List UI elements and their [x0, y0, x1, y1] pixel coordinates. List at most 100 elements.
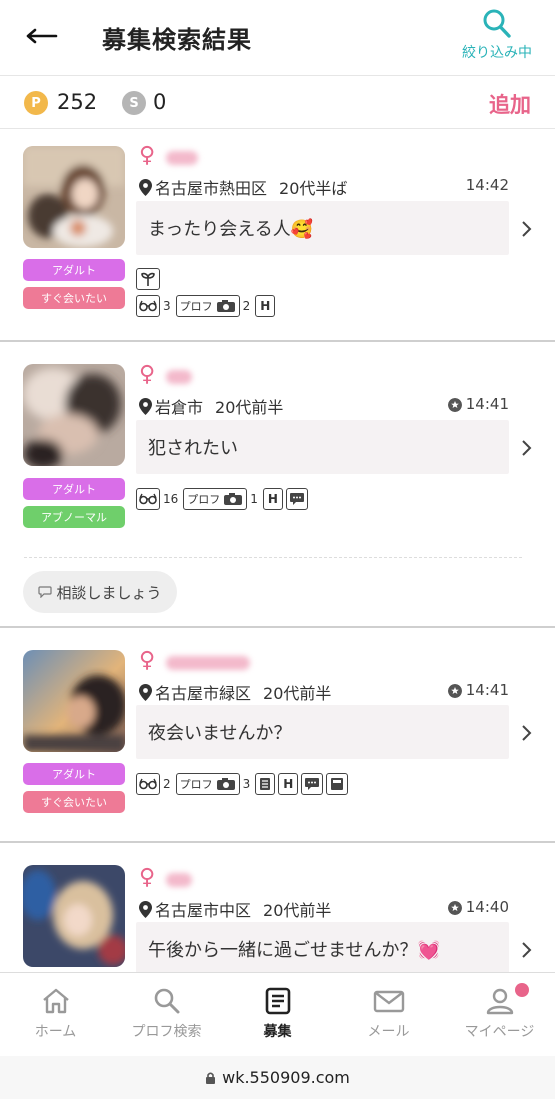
location-pin-icon [139, 397, 152, 415]
hotel-icon: H [278, 773, 299, 795]
add-points-button[interactable]: 追加 [489, 89, 531, 119]
feature-icons-row: 2 プロフ 3 H [136, 773, 349, 795]
location-text: 名古屋市緑区 [155, 684, 252, 703]
profile-photo-badge: プロフ [175, 295, 240, 317]
location-text: 名古屋市中区 [155, 901, 252, 920]
location-row: 名古屋市緑区 20代前半 [139, 680, 331, 704]
nav-item-profile-search[interactable]: プロフ検索 [111, 973, 222, 1056]
url-text: wk.550909.com [222, 1068, 350, 1087]
message-box[interactable]: まったり会える人🥰 [136, 201, 509, 255]
tag-abnormal: アブノーマル [23, 506, 125, 528]
post-card[interactable]: アダルト すぐ会いたい ♀ 名古屋市熱田区 20代半ば 14:42 まったり会え… [0, 129, 555, 342]
bottom-nav: ホーム プロフ検索 募集 メール マイページ [0, 972, 555, 1056]
avatar [23, 146, 125, 248]
female-icon: ♀ [139, 362, 156, 387]
notification-dot [515, 983, 529, 997]
filter-label: 絞り込み中 [462, 45, 532, 61]
chat-bubble-icon [301, 773, 324, 795]
avatar [23, 650, 125, 752]
nav-item-mail[interactable]: メール [333, 973, 444, 1056]
post-card[interactable]: ♀ 名古屋市中区 20代前半 14:40 午後から一緒に過ごせませんか？💓 [0, 843, 555, 972]
nav-item-recruit[interactable]: 募集 [222, 973, 333, 1056]
s-points-value: 0 [153, 90, 167, 114]
p-coin-icon: P [24, 91, 48, 115]
location-text: 名古屋市熱田区 [155, 179, 268, 198]
nav-label: マイページ [464, 1024, 535, 1040]
message-box[interactable]: 犯されたい [136, 420, 509, 474]
age-text: 20代前半 [263, 684, 332, 703]
nav-item-mypage[interactable]: マイページ [444, 973, 555, 1056]
chevron-right-icon[interactable] [521, 724, 533, 742]
search-icon [154, 988, 179, 1014]
tag-meet-soon: すぐ会いたい [23, 791, 125, 813]
document-icon [255, 773, 276, 795]
profile-label: プロフ [179, 778, 213, 791]
camera-icon [216, 778, 235, 790]
age-text: 20代前半 [263, 901, 332, 920]
search-icon [483, 9, 511, 38]
sprout-icon [136, 268, 160, 290]
lock-icon [206, 1071, 216, 1084]
list-icon [265, 987, 290, 1015]
s-coin-icon: S [122, 91, 146, 115]
person-icon [486, 988, 513, 1015]
post-card[interactable]: アダルト すぐ会いたい ♀ 名古屋市緑区 20代前半 14:41 夜会いませんか… [0, 628, 555, 843]
post-time: 14:41 [465, 681, 509, 699]
age-text: 20代前半 [215, 398, 284, 417]
photo-count: 2 [242, 299, 251, 313]
post-time: 14:42 [465, 176, 509, 194]
glasses-icon [136, 773, 160, 795]
p-points-value: 252 [57, 90, 98, 114]
avatar [23, 865, 125, 967]
glasses-count: 2 [163, 777, 171, 791]
chevron-right-icon[interactable] [521, 439, 533, 457]
nav-label: ホーム [34, 1024, 77, 1040]
chat-bubble-icon [285, 488, 308, 510]
tag-adult: アダルト [23, 478, 125, 500]
nav-item-home[interactable]: ホーム [0, 973, 111, 1056]
username-blurred [166, 151, 198, 165]
card-icon [326, 773, 349, 795]
female-icon: ♀ [139, 143, 156, 168]
post-card[interactable]: アダルト アブノーマル ♀ 岩倉市 20代前半 14:41 犯されたい 16 プ… [0, 342, 555, 628]
message-box[interactable]: 夜会いませんか？ [136, 705, 509, 759]
page-title: 募集検索結果 [102, 26, 252, 54]
speech-bubble-icon [38, 586, 53, 598]
back-arrow-icon [26, 28, 58, 44]
location-text: 岩倉市 [155, 398, 204, 417]
profile-label: プロフ [187, 493, 221, 506]
female-icon: ♀ [139, 865, 156, 890]
post-time: 14:40 [465, 898, 509, 916]
consult-label: 相談しましょう [56, 583, 162, 602]
location-row: 岩倉市 20代前半 [139, 394, 283, 418]
location-pin-icon [139, 178, 152, 196]
nav-label: メール [367, 1024, 410, 1040]
message-box[interactable]: 午後から一緒に過ごせませんか？💓 [136, 922, 509, 972]
home-icon [42, 988, 69, 1014]
star-badge-icon [448, 901, 462, 915]
glasses-count: 3 [163, 299, 171, 313]
header: 募集検索結果 絞り込み中 [0, 0, 555, 76]
username-blurred [166, 873, 192, 887]
username-blurred [166, 656, 250, 670]
hotel-icon: H [255, 295, 276, 317]
filter-button[interactable]: 絞り込み中 [457, 8, 537, 68]
photo-count: 3 [242, 777, 251, 791]
back-button[interactable] [22, 18, 62, 54]
age-text: 20代半ば [279, 179, 348, 198]
tag-adult: アダルト [23, 763, 125, 785]
chevron-right-icon[interactable] [521, 941, 533, 959]
username-blurred [166, 370, 192, 384]
location-row: 名古屋市熱田区 20代半ば [139, 175, 347, 199]
chevron-right-icon[interactable] [521, 220, 533, 238]
tag-adult: アダルト [23, 259, 125, 281]
star-badge-icon [448, 398, 462, 412]
card-divider [24, 557, 522, 558]
star-badge-icon [448, 684, 462, 698]
browser-url-bar[interactable]: wk.550909.com [0, 1056, 555, 1099]
nav-label: 募集 [263, 1024, 292, 1040]
avatar [23, 364, 125, 466]
feature-icons-row: 3 プロフ 2 H [136, 295, 276, 317]
consult-button[interactable]: 相談しましょう [23, 571, 177, 613]
location-pin-icon [139, 900, 152, 918]
